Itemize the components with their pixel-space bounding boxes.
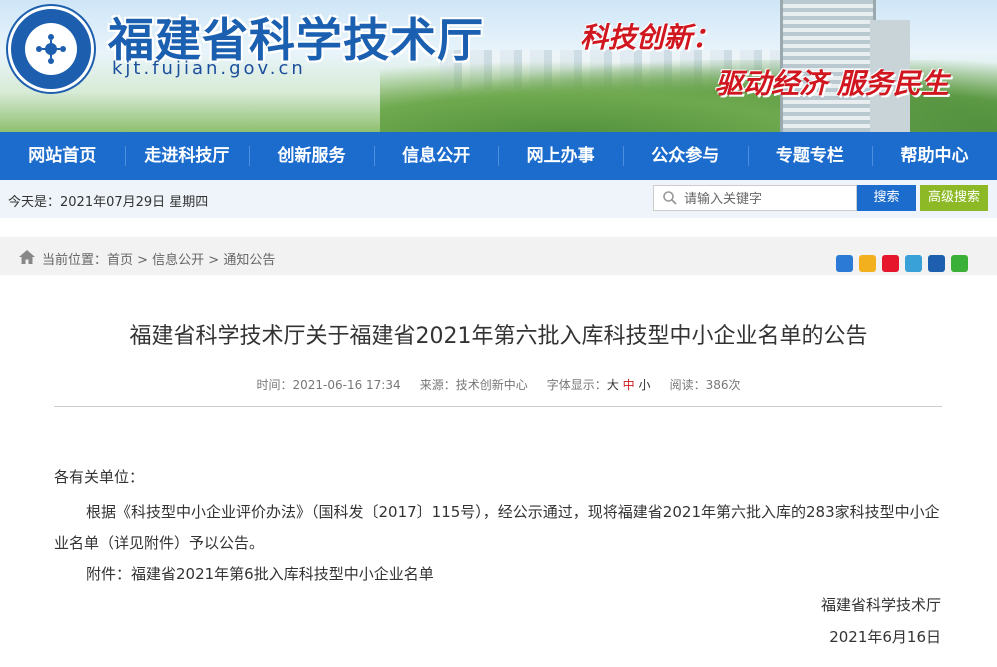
breadcrumb[interactable]: 当前位置：首页 > 信息公开 > 通知公告: [42, 249, 275, 268]
logo-emblem-icon: [36, 34, 66, 64]
divider: [54, 406, 942, 407]
renren-icon[interactable]: [928, 255, 945, 272]
search-icon: [663, 191, 677, 205]
site-domain: kjt.fujian.gov.cn: [112, 58, 306, 79]
nav-item-info-public[interactable]: 信息公开: [373, 132, 499, 180]
nav-item-help[interactable]: 帮助中心: [872, 132, 997, 180]
slogan-line-2: 驱动经济 服务民生: [715, 67, 949, 100]
plus-share-icon[interactable]: [836, 255, 853, 272]
search-button[interactable]: 搜索: [857, 185, 916, 211]
meta-font-label: 字体显示：: [546, 378, 607, 392]
wechat-icon[interactable]: [951, 255, 968, 272]
slogan-line-1: 科技创新：: [580, 21, 721, 54]
nav-item-innovation[interactable]: 创新服务: [249, 132, 374, 180]
nav-item-online-service[interactable]: 网上办事: [498, 132, 623, 180]
font-size-large[interactable]: 大: [607, 378, 619, 392]
main-nav: 网站首页 走进科技厅 创新服务 信息公开 网上办事 公众参与 专题专栏 帮助中心: [0, 132, 997, 180]
share-bar: [836, 255, 968, 272]
qzone-icon[interactable]: [859, 255, 876, 272]
header-banner: 福建省科学技术厅 kjt.fujian.gov.cn 科技创新： 驱动经济 服务…: [0, 0, 997, 132]
attachment-link[interactable]: 附件：福建省2021年第6批入库科技型中小企业名单: [86, 563, 434, 584]
nav-item-about[interactable]: 走进科技厅: [124, 132, 250, 180]
font-size-medium[interactable]: 中: [623, 378, 635, 392]
sign-date: 2021年6月16日: [829, 628, 941, 646]
signature: 福建省科学技术厅: [820, 596, 941, 614]
article-title: 福建省科学技术厅关于福建省2021年第六批入库科技型中小企业名单的公告: [129, 324, 868, 349]
font-size-small[interactable]: 小: [639, 378, 651, 392]
advanced-search-button[interactable]: 高级搜索: [920, 185, 988, 211]
meta-source: 来源：技术创新中心: [419, 378, 528, 392]
search-box[interactable]: [653, 185, 857, 212]
nav-item-home[interactable]: 网站首页: [0, 132, 125, 180]
search-input[interactable]: [682, 186, 856, 212]
nav-item-participation[interactable]: 公众参与: [622, 132, 748, 180]
current-date: 今天是：2021年07月29日 星期四: [8, 195, 209, 210]
greeting: 各有关单位：: [54, 468, 145, 486]
article-meta: 时间：2021-06-16 17:34 来源：技术创新中心 字体显示：大 中 小…: [0, 376, 997, 393]
home-icon: [19, 250, 35, 264]
body-paragraph: 根据《科技型中小企业评价办法》（国科发〔2017〕115号），经公示通过，现将福…: [54, 503, 940, 552]
tencent-weibo-icon[interactable]: [905, 255, 922, 272]
weibo-icon[interactable]: [882, 255, 899, 272]
meta-time: 时间：2021-06-16 17:34: [256, 378, 401, 392]
nav-item-topics[interactable]: 专题专栏: [747, 132, 873, 180]
site-logo[interactable]: [8, 6, 94, 92]
meta-views: 阅读：386次: [669, 378, 741, 392]
